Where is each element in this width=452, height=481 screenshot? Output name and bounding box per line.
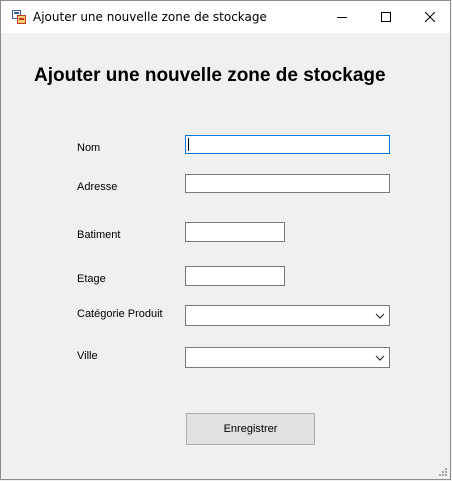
etage-label: Etage — [77, 273, 106, 285]
adresse-label: Adresse — [77, 181, 118, 193]
minimize-button[interactable] — [319, 1, 365, 33]
close-button[interactable] — [407, 1, 452, 33]
text-caret — [188, 138, 189, 151]
categorie-combobox[interactable] — [185, 305, 390, 326]
batiment-label: Batiment — [77, 229, 121, 241]
save-button[interactable]: Enregistrer — [186, 413, 315, 445]
ville-label: Ville — [77, 350, 98, 362]
title-bar[interactable]: Ajouter une nouvelle zone de stockage — [1, 1, 450, 33]
close-icon — [425, 12, 435, 22]
nom-input[interactable] — [185, 135, 390, 154]
batiment-input[interactable] — [185, 222, 285, 242]
minimize-icon — [337, 17, 347, 18]
maximize-icon — [381, 12, 391, 22]
app-icon — [12, 10, 26, 24]
adresse-input[interactable] — [185, 174, 390, 193]
chevron-down-icon[interactable] — [374, 352, 386, 364]
window-title: Ajouter une nouvelle zone de stockage — [33, 10, 267, 24]
form-heading: Ajouter une nouvelle zone de stockage — [34, 65, 386, 86]
etage-input[interactable] — [185, 266, 285, 286]
chevron-down-icon[interactable] — [374, 310, 386, 322]
ville-combobox[interactable] — [185, 347, 390, 368]
app-window: Ajouter une nouvelle zone de stockage Aj… — [0, 0, 451, 480]
resize-grip-icon[interactable] — [438, 467, 448, 477]
maximize-button[interactable] — [363, 1, 409, 33]
nom-label: Nom — [77, 142, 101, 154]
categorie-label: Catégorie Produit — [77, 308, 163, 320]
